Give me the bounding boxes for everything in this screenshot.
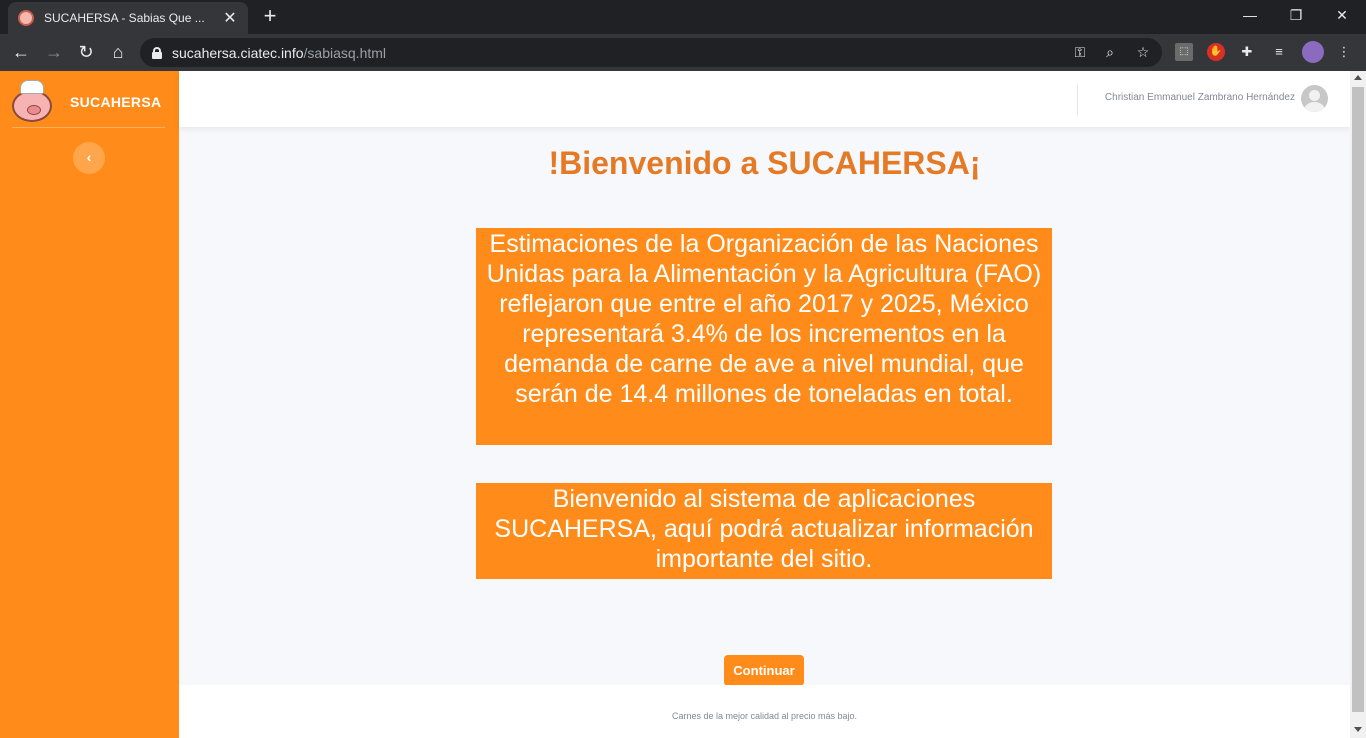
extensions-icon[interactable]: ✚: [1238, 43, 1256, 61]
browser-tabstrip: SUCAHERSA - Sabias Que ... ✕ + — ❐ ✕: [0, 0, 1366, 34]
continue-button[interactable]: Continuar: [724, 655, 804, 686]
scrollbar[interactable]: [1350, 71, 1366, 738]
pig-logo-icon: [10, 80, 56, 124]
menu-icon[interactable]: ⋮: [1335, 43, 1353, 61]
user-name[interactable]: Christian Emmanuel Zambrano Hernández: [1105, 92, 1295, 103]
back-icon[interactable]: ←: [9, 40, 33, 64]
new-tab-icon[interactable]: +: [258, 4, 282, 28]
adblock-icon[interactable]: ✋: [1207, 43, 1225, 61]
url-text: sucahersa.ciatec.info/sabiasq.html: [172, 44, 387, 61]
pdf-extension-icon[interactable]: ⬚: [1175, 43, 1193, 61]
close-tab-icon[interactable]: ✕: [222, 8, 238, 28]
topbar: Christian Emmanuel Zambrano Hernández: [179, 71, 1350, 127]
sidebar-brand[interactable]: SUCAHERSA: [10, 77, 161, 127]
sidebar-toggle-button[interactable]: ‹: [73, 142, 105, 174]
fao-info-box: Estimaciones de la Organización de las N…: [476, 228, 1052, 445]
welcome-info-box: Bienvenido al sistema de aplicaciones SU…: [476, 483, 1052, 579]
brand-name: SUCAHERSA: [70, 94, 162, 110]
forward-icon[interactable]: →: [42, 40, 66, 64]
page-viewport: SUCAHERSA ‹ Christian Emmanuel Zambrano …: [0, 71, 1366, 738]
restore-icon[interactable]: ❐: [1273, 0, 1319, 32]
tab-title: SUCAHERSA - Sabias Que ...: [44, 11, 205, 25]
sidebar: SUCAHERSA ‹: [0, 71, 179, 738]
scroll-down-icon[interactable]: [1354, 727, 1362, 732]
key-icon[interactable]: ⚿: [1070, 42, 1090, 62]
topbar-divider: [1077, 85, 1078, 115]
reload-icon[interactable]: ↻: [74, 40, 98, 64]
minimize-icon[interactable]: —: [1227, 0, 1273, 32]
footer-text: Carnes de la mejor calidad al precio más…: [671, 711, 858, 721]
sidebar-divider: [12, 127, 165, 128]
zoom-icon[interactable]: ⌕: [1100, 42, 1120, 62]
footer: Carnes de la mejor calidad al precio más…: [179, 685, 1350, 738]
main-content: !Bienvenido a SUCAHERSA¡ Estimaciones de…: [179, 127, 1350, 686]
scroll-up-icon[interactable]: [1354, 75, 1362, 80]
pig-favicon-icon: [18, 10, 34, 26]
page-title: !Bienvenido a SUCAHERSA¡: [548, 145, 981, 181]
media-control-icon[interactable]: ≡: [1270, 43, 1288, 61]
home-icon[interactable]: ⌂: [106, 40, 130, 64]
scroll-thumb[interactable]: [1352, 87, 1364, 712]
browser-tab[interactable]: SUCAHERSA - Sabias Que ... ✕: [8, 2, 248, 34]
lock-icon[interactable]: [152, 46, 162, 59]
browser-toolbar: ← → ↻ ⌂ sucahersa.ciatec.info/sabiasq.ht…: [0, 34, 1366, 71]
profile-icon[interactable]: [1302, 41, 1324, 63]
close-window-icon[interactable]: ✕: [1319, 0, 1365, 32]
avatar[interactable]: [1301, 85, 1328, 112]
address-bar[interactable]: sucahersa.ciatec.info/sabiasq.html ⚿ ⌕ ☆: [140, 38, 1162, 67]
star-icon[interactable]: ☆: [1133, 42, 1153, 62]
